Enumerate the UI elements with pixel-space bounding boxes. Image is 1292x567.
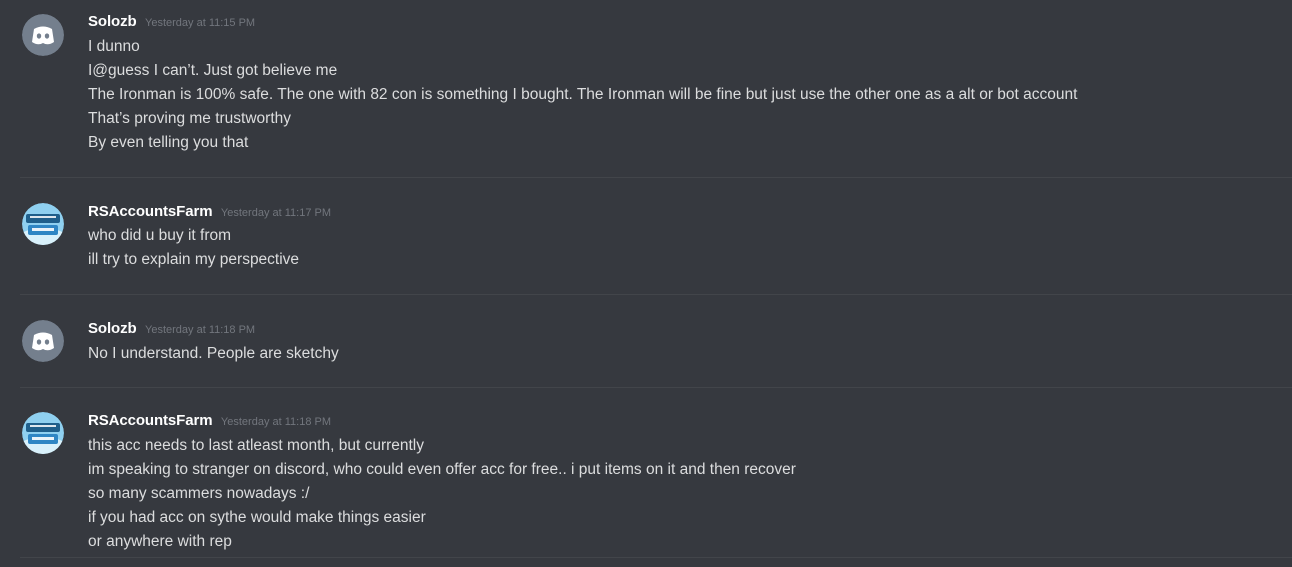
username[interactable]: RSAccountsFarm [88,412,213,429]
username[interactable]: Solozb [88,13,137,30]
message-line: who did u buy it from [88,227,232,244]
message-divider [20,294,1292,295]
message-divider [20,177,1292,178]
chat-message-list: Solozb Yesterday at 11:15 PM I dunno I@g… [0,0,1292,567]
discord-logo-icon [22,14,64,56]
message-divider [20,557,1292,558]
message-header: Solozb Yesterday at 11:15 PM [88,13,255,33]
message-line: No I understand. People are sketchy [88,345,339,362]
message-line: so many scammers nowadays :/ [88,485,310,502]
message-header: Solozb Yesterday at 11:18 PM [88,320,255,340]
avatar[interactable] [22,320,64,362]
message-content: No I understand. People are sketchy [88,342,339,366]
message-content: this acc needs to last atleast month, bu… [88,434,796,554]
message-divider [20,387,1292,388]
message-line: im speaking to stranger on discord, who … [88,461,796,478]
message-header: RSAccountsFarm Yesterday at 11:18 PM [88,412,331,432]
timestamp[interactable]: Yesterday at 11:17 PM [221,207,331,219]
timestamp[interactable]: Yesterday at 11:15 PM [145,17,255,29]
message-line: That’s proving me trustworthy [88,110,292,127]
message-line: The Ironman is 100% safe. The one with 8… [88,86,1078,103]
avatar[interactable] [22,14,64,56]
avatar[interactable] [22,203,64,245]
message-line: this acc needs to last atleast month, bu… [88,437,425,454]
message-line: ill try to explain my perspective [88,251,300,268]
message-line: if you had acc on sythe would make thing… [88,509,426,526]
message-header: RSAccountsFarm Yesterday at 11:17 PM [88,203,331,223]
avatar[interactable] [22,412,64,454]
message-line: I dunno [88,38,140,55]
message-content: I dunno I@guess I can’t. Just got believ… [88,35,1077,155]
message-line: or anywhere with rep [88,533,232,550]
username[interactable]: RSAccountsFarm [88,203,213,220]
username[interactable]: Solozb [88,320,137,337]
timestamp[interactable]: Yesterday at 11:18 PM [221,416,331,428]
timestamp[interactable]: Yesterday at 11:18 PM [145,324,255,336]
message-line: I@guess I can’t. Just got believe me [88,62,338,79]
discord-logo-icon [22,320,64,362]
rsaccountsfarm-logo-icon [22,203,64,245]
rsaccountsfarm-logo-icon [22,412,64,454]
message-line: By even telling you that [88,134,249,151]
message-content: who did u buy it from ill try to explain… [88,224,299,272]
